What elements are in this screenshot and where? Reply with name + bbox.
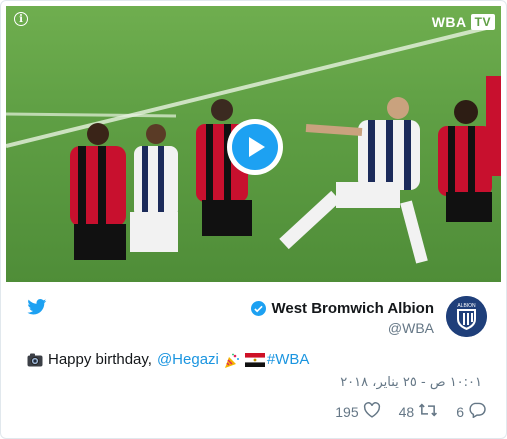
avatar[interactable]: ALBION <box>446 296 487 337</box>
tweet-greeting: Happy birthday, <box>48 351 152 368</box>
heart-icon <box>363 402 381 421</box>
like-button[interactable]: 195 <box>335 402 380 421</box>
egypt-flag-emoji-icon <box>244 352 265 367</box>
author-block[interactable]: West Bromwich Albion @WBA <box>251 300 434 336</box>
tweet-text: Happy birthday, @Hegazi #WBA <box>27 351 309 368</box>
wba-logo-text: WBA <box>431 14 467 30</box>
info-icon[interactable]: i <box>14 12 28 26</box>
retweet-count: 48 <box>398 403 415 420</box>
verified-badge-icon <box>251 301 267 316</box>
twitter-bird-icon[interactable] <box>27 299 47 320</box>
reply-button[interactable]: 6 <box>456 402 486 421</box>
retweet-button[interactable]: 48 <box>399 402 439 421</box>
play-icon <box>232 124 278 170</box>
avatar-label: ALBION <box>457 303 476 309</box>
tweet-timestamp[interactable]: ١٠:٠١ ص - ٢٥ يناير، ٢٠١٨ <box>340 375 482 390</box>
author-name-row: West Bromwich Albion <box>251 300 434 317</box>
tweet-body: West Bromwich Albion @WBA ALBION Happy b… <box>1 282 506 438</box>
reply-count: 6 <box>456 403 464 420</box>
tv-logo-text: TV <box>470 14 495 30</box>
tweet-actions: 195 48 6 <box>335 402 486 421</box>
author-handle[interactable]: @WBA <box>251 320 434 336</box>
play-button[interactable] <box>227 119 283 175</box>
retweet-icon <box>418 402 438 421</box>
camera-emoji-icon <box>27 353 43 367</box>
video-player[interactable]: i WBA TV <box>6 6 501 282</box>
wba-tv-logo: WBA TV <box>432 14 495 30</box>
author-name[interactable]: West Bromwich Albion <box>271 300 434 317</box>
like-count: 195 <box>335 403 359 420</box>
mention-link[interactable]: @Hegazi <box>157 351 219 368</box>
tweet-card: i WBA TV West Bromwich Albion @WBA ALBIO… <box>0 0 507 439</box>
party-popper-emoji-icon <box>224 353 240 368</box>
hashtag-link[interactable]: #WBA <box>267 351 310 368</box>
reply-icon <box>468 402 486 421</box>
